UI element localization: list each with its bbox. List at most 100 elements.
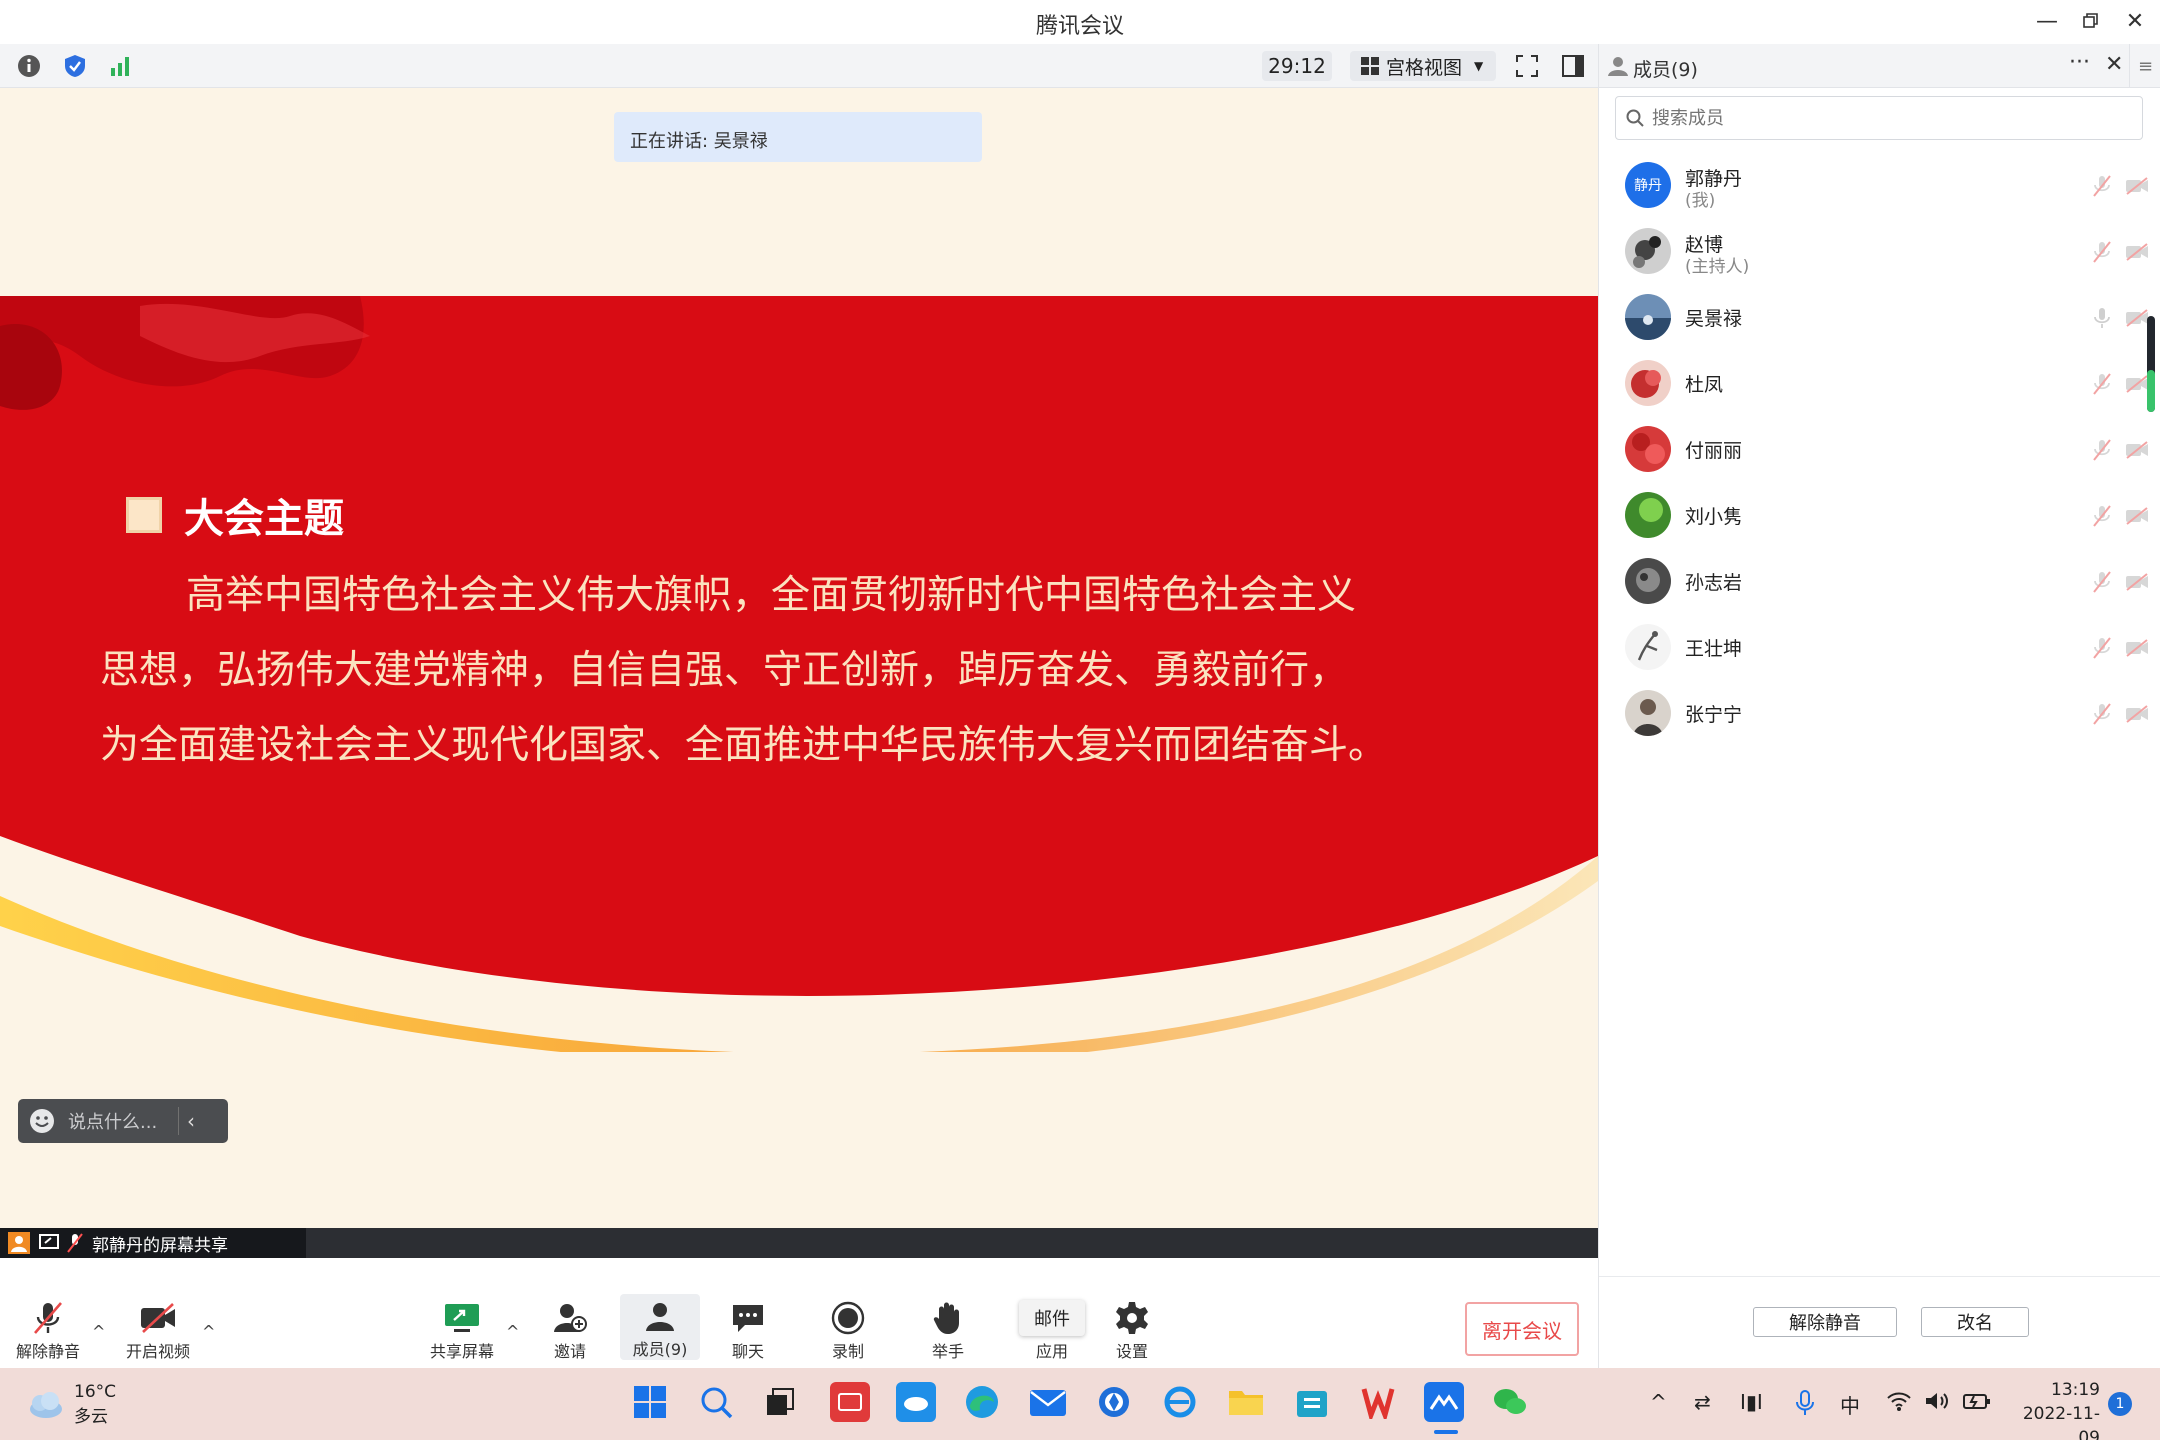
quick-chat-box[interactable]: 说点什么... ‹ — [18, 1099, 228, 1143]
camera-off-icon[interactable] — [2125, 506, 2149, 526]
mic-muted-icon[interactable] — [2091, 174, 2113, 198]
mail-icon[interactable] — [1028, 1382, 1068, 1422]
tencent-meeting-icon[interactable] — [1424, 1382, 1464, 1422]
member-row[interactable]: 王壮坤 — [1599, 614, 2160, 680]
camera-off-icon[interactable] — [2125, 176, 2149, 196]
member-row[interactable]: 杜凤 — [1599, 350, 2160, 416]
start-video-button[interactable]: 开启视频 — [114, 1300, 202, 1362]
settings-button[interactable]: 设置 — [1088, 1300, 1176, 1362]
shared-screen: 正在讲话: 吴景禄 大会主题 高举中国特色社会主义伟大旗帜，全面贯彻新时代中国特… — [0, 88, 1598, 1228]
search-icon — [1626, 109, 1644, 127]
camera-off-icon[interactable] — [2125, 440, 2149, 460]
ie-icon[interactable] — [1160, 1382, 1200, 1422]
wechat-icon[interactable] — [1490, 1382, 1530, 1422]
panel-toggle-icon[interactable] — [1560, 53, 1586, 79]
edge-icon[interactable] — [962, 1382, 1002, 1422]
camera-off-icon[interactable] — [2125, 572, 2149, 592]
share-options-caret[interactable]: ^ — [506, 1322, 519, 1341]
more-options-icon[interactable]: ··· — [2069, 50, 2090, 75]
mic-muted-icon[interactable] — [2091, 570, 2113, 594]
search-input[interactable] — [1652, 107, 2112, 129]
start-icon[interactable] — [630, 1382, 670, 1422]
audio-meter-icon[interactable]: Ⅰ▮Ⅰ — [1740, 1390, 1763, 1414]
mic-muted-icon[interactable] — [2091, 702, 2113, 726]
chat-button[interactable]: 聊天 — [704, 1300, 792, 1362]
member-name: 吴景禄 — [1685, 308, 1743, 330]
wifi-icon[interactable] — [1886, 1390, 1912, 1417]
leave-meeting-button[interactable]: 离开会议 — [1465, 1302, 1579, 1356]
raise-hand-button[interactable]: 举手 — [904, 1300, 992, 1362]
info-icon[interactable] — [16, 53, 42, 79]
mic-muted-icon[interactable] — [2091, 438, 2113, 462]
chevron-left-icon[interactable]: ‹ — [187, 1109, 195, 1133]
mic-muted-icon — [67, 1233, 83, 1253]
camera-off-icon[interactable] — [2125, 308, 2149, 328]
mic-icon[interactable] — [2091, 306, 2113, 330]
camera-off-icon[interactable] — [2125, 638, 2149, 658]
member-row[interactable]: 赵博 (主持人) — [1599, 218, 2160, 284]
browser-icon[interactable] — [1094, 1382, 1134, 1422]
rename-button[interactable]: 改名 — [1921, 1307, 2029, 1337]
unmute-button[interactable]: 解除静音 — [4, 1300, 92, 1362]
member-row[interactable]: 付丽丽 — [1599, 416, 2160, 482]
unmute-all-button[interactable]: 解除静音 — [1753, 1307, 1897, 1337]
camera-off-icon[interactable] — [2125, 374, 2149, 394]
grid-icon — [1361, 57, 1379, 75]
close-panel-icon[interactable]: ✕ — [2105, 52, 2123, 77]
battery-icon[interactable] — [1962, 1390, 1992, 1417]
mic-muted-icon[interactable] — [2091, 372, 2113, 396]
record-button[interactable]: 录制 — [804, 1300, 892, 1362]
security-shield-icon[interactable] — [62, 53, 88, 79]
microphone-icon[interactable] — [1796, 1390, 1814, 1421]
chat-placeholder[interactable]: 说点什么... — [68, 1108, 178, 1134]
minimize-button[interactable]: — — [2030, 6, 2064, 36]
show-hidden-icons[interactable]: ^ — [1650, 1390, 1667, 1414]
avatar — [1625, 228, 1671, 274]
member-row[interactable]: 张宁宁 — [1599, 680, 2160, 746]
huawei-app-icon[interactable] — [830, 1382, 870, 1422]
member-row[interactable]: 静丹 郭静丹 (我) — [1599, 152, 2160, 218]
member-search[interactable] — [1615, 96, 2143, 140]
mic-muted-icon[interactable] — [2091, 504, 2113, 528]
member-row[interactable]: 孙志岩 — [1599, 548, 2160, 614]
share-screen-button[interactable]: 共享屏幕 — [418, 1300, 506, 1362]
notification-badge[interactable]: 1 — [2108, 1392, 2132, 1416]
task-view-icon[interactable] — [760, 1382, 800, 1422]
heading-bullet — [126, 497, 162, 533]
fullscreen-icon[interactable] — [1514, 53, 1540, 79]
store-icon[interactable] — [1292, 1382, 1332, 1422]
transfer-icon[interactable]: ⇄ — [1694, 1390, 1711, 1414]
restore-button[interactable] — [2074, 6, 2108, 36]
ime-indicator[interactable]: 中 — [1840, 1390, 1860, 1419]
video-options-caret[interactable]: ^ — [202, 1322, 215, 1341]
camera-off-icon[interactable] — [2125, 704, 2149, 724]
emoji-icon[interactable] — [28, 1107, 56, 1135]
menu-icon[interactable]: ≡ — [2129, 44, 2160, 88]
member-name: 张宁宁 — [1685, 704, 1743, 726]
view-mode-label: 宫格视图 — [1386, 56, 1463, 79]
cloud-app-icon[interactable] — [896, 1382, 936, 1422]
audio-options-caret[interactable]: ^ — [92, 1322, 105, 1341]
search-icon[interactable] — [696, 1382, 736, 1422]
view-mode-dropdown[interactable]: 宫格视图 ▼ — [1350, 51, 1496, 81]
member-row[interactable]: 吴景禄 — [1599, 284, 2160, 350]
volume-icon[interactable] — [1924, 1390, 1952, 1417]
meeting-toolbar: 29:12 宫格视图 ▼ — [0, 44, 1598, 88]
wps-icon[interactable] — [1358, 1382, 1398, 1422]
gear-icon — [1112, 1300, 1152, 1336]
weather-widget[interactable]: 16°C 多云 — [24, 1382, 116, 1427]
camera-off-icon[interactable] — [2125, 242, 2149, 262]
signal-icon[interactable] — [108, 53, 134, 79]
mic-muted-icon[interactable] — [2091, 240, 2113, 264]
invite-button[interactable]: 邀请 — [526, 1300, 614, 1362]
clock[interactable]: 13:19 2022-11-09 — [2008, 1378, 2100, 1440]
mic-muted-icon[interactable] — [2091, 636, 2113, 660]
member-row[interactable]: 刘小隽 — [1599, 482, 2160, 548]
file-explorer-icon[interactable] — [1226, 1382, 1266, 1422]
close-window-button[interactable]: ✕ — [2118, 6, 2152, 36]
members-button[interactable]: 成员(9) — [620, 1294, 700, 1360]
avatar — [1625, 624, 1671, 670]
member-name: 杜凤 — [1685, 374, 1724, 396]
time: 13:19 — [2051, 1380, 2100, 1400]
apps-button[interactable]: 邮件 应用 — [1008, 1300, 1096, 1362]
